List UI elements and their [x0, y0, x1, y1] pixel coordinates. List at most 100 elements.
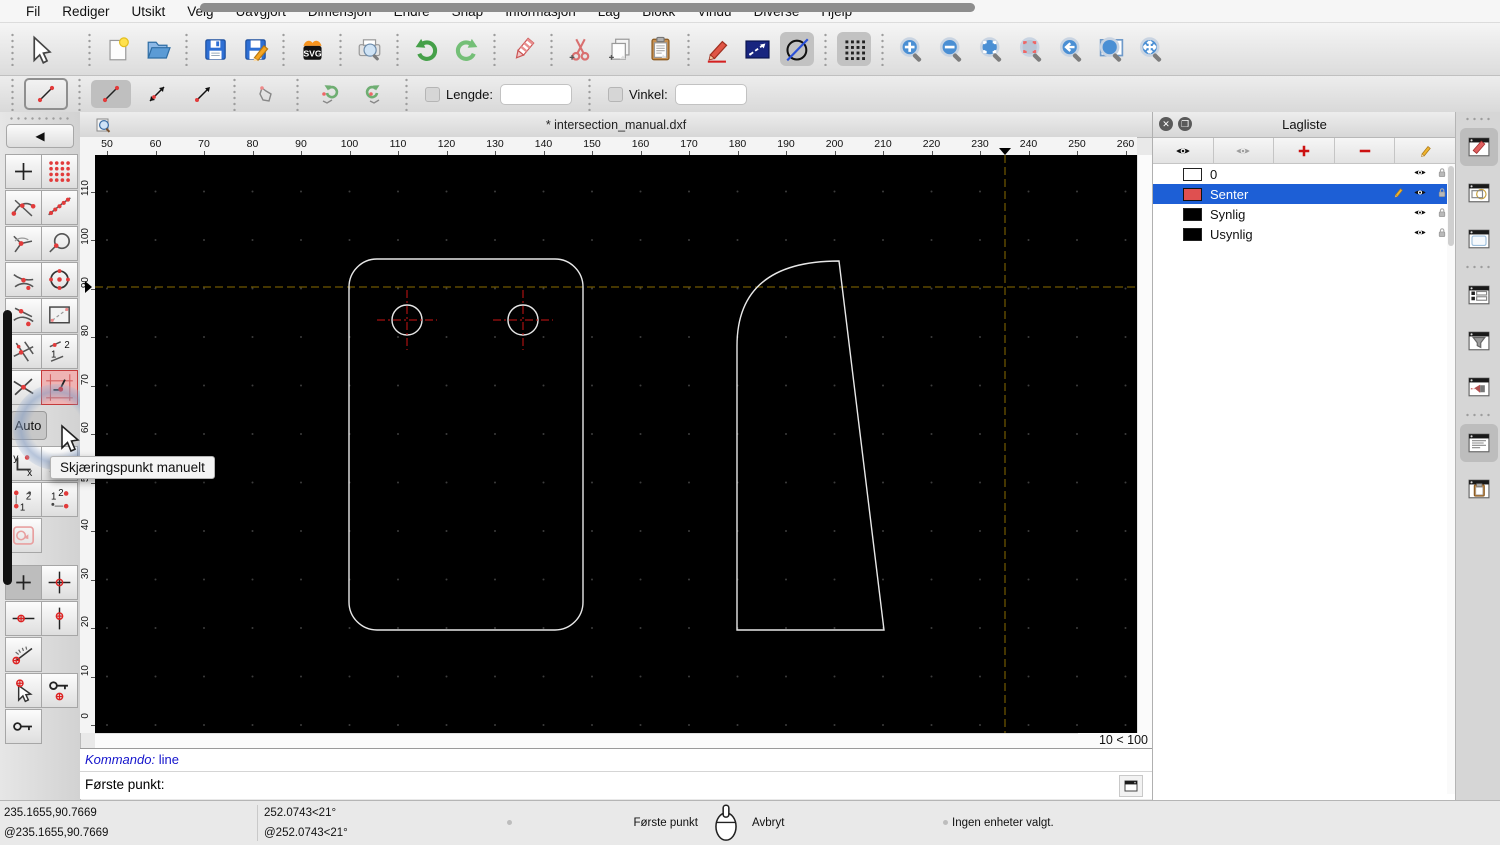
redo-segment-button[interactable]	[355, 80, 395, 108]
angle-checkbox[interactable]	[608, 86, 623, 102]
red-pencil-button[interactable]	[700, 32, 734, 66]
dock-layer-list-button[interactable]	[1460, 276, 1498, 314]
angle-input[interactable]	[674, 83, 747, 105]
snap-intersection-manual-button[interactable]	[40, 370, 78, 405]
polyline-button[interactable]	[246, 80, 286, 108]
restore-icon[interactable]: ❐	[1178, 117, 1192, 131]
snap-distance-12-button[interactable]: 21	[40, 334, 78, 369]
document-title[interactable]: * intersection_manual.dxf	[80, 118, 1152, 132]
eye-button[interactable]	[1153, 138, 1214, 163]
status-bar: 235.1655,90.7669 @235.1655,90.7669 252.0…	[0, 800, 1500, 845]
copy-icon	[608, 38, 630, 60]
cut-button[interactable]	[563, 32, 597, 66]
print-preview-button[interactable]	[352, 32, 386, 66]
new-document-button[interactable]	[101, 32, 135, 66]
layer-row-senter[interactable]: Senter	[1153, 184, 1456, 204]
save-as-button[interactable]	[238, 32, 272, 66]
dock-blocks-button[interactable]	[1460, 174, 1498, 212]
dock-clipboard-button[interactable]	[1460, 470, 1498, 508]
copy-button[interactable]	[603, 32, 637, 66]
snap-circle-button[interactable]	[40, 226, 78, 261]
toolbar-handle[interactable]	[9, 32, 16, 66]
menu-rediger[interactable]: Rediger	[51, 4, 120, 19]
snap-free-button[interactable]	[4, 154, 42, 189]
edit-layer-button[interactable]	[1395, 138, 1456, 163]
length-input[interactable]	[500, 83, 572, 105]
sail-shape-entity[interactable]	[736, 260, 885, 631]
snap-endpoint-button[interactable]	[4, 190, 42, 225]
delete-button[interactable]	[506, 32, 540, 66]
snap-middle-button[interactable]	[4, 262, 42, 297]
toolbar-drag-handle[interactable]	[8, 115, 72, 122]
paste-button[interactable]	[643, 32, 677, 66]
vertical-point-button[interactable]	[40, 601, 78, 636]
length-checkbox[interactable]	[425, 86, 440, 102]
save-button[interactable]	[198, 32, 232, 66]
layer-row-usynlig[interactable]: Usynlig	[1153, 224, 1456, 244]
layer-edit-icon[interactable]	[1390, 185, 1406, 203]
crosshair-point-button[interactable]	[40, 565, 78, 600]
vertical-scrollbar[interactable]	[1137, 155, 1153, 733]
line-tool-selected-button[interactable]	[24, 78, 68, 110]
line-arrow-button[interactable]	[183, 80, 223, 108]
layer-row-icons	[1412, 165, 1450, 183]
layer-row-synlig[interactable]: Synlig	[1153, 204, 1456, 224]
angle-point-button[interactable]	[4, 637, 42, 672]
layer-visibility-icon[interactable]	[1412, 185, 1428, 203]
snap-on-entity-button[interactable]	[40, 190, 78, 225]
horizontal-scrollbar[interactable]	[95, 733, 1137, 749]
cursor-button[interactable]	[24, 32, 58, 66]
undo-button[interactable]	[409, 32, 443, 66]
close-icon[interactable]: ✕	[1159, 117, 1173, 131]
layer-row-0[interactable]: 0	[1153, 164, 1456, 184]
command-input-line[interactable]: Første punkt:	[80, 772, 1152, 798]
rel-points-21-button[interactable]: 12	[40, 482, 78, 517]
redo-button[interactable]	[449, 32, 483, 66]
dock-horn-button[interactable]	[1460, 368, 1498, 406]
rounded-rectangle-entity[interactable]	[348, 258, 584, 631]
dock-pen-button[interactable]	[1459, 128, 1498, 166]
dock-command-button[interactable]	[1459, 424, 1498, 462]
layer-visibility-icon[interactable]	[1412, 205, 1428, 223]
line-both-arrows-button[interactable]	[137, 80, 177, 108]
layer-visibility-icon[interactable]	[1412, 165, 1428, 183]
line-attributes-button[interactable]	[740, 32, 774, 66]
pan-button[interactable]	[1134, 32, 1168, 66]
toolbar-handle[interactable]	[9, 77, 16, 111]
zoom-in-button[interactable]	[894, 32, 928, 66]
circle-slash-button[interactable]	[780, 32, 814, 66]
svg-export-button[interactable]: SVG	[295, 32, 329, 66]
select-point-button[interactable]	[4, 673, 42, 708]
back-button[interactable]: ◀	[6, 124, 74, 148]
line-two-points-button[interactable]	[91, 80, 131, 108]
zoom-auto-button[interactable]	[974, 32, 1008, 66]
command-detach-button[interactable]	[1119, 775, 1143, 797]
snap-center-point-button[interactable]	[40, 262, 78, 297]
snap-grid-button[interactable]	[40, 154, 78, 189]
add-layer-button[interactable]	[1274, 138, 1335, 163]
layer-visibility-icon[interactable]	[1412, 225, 1428, 243]
eye-faded-button[interactable]	[1213, 138, 1275, 163]
remove-layer-button[interactable]	[1334, 138, 1396, 163]
dock-library-button[interactable]	[1460, 220, 1498, 258]
open-folder-button[interactable]	[141, 32, 175, 66]
menu-utsikt[interactable]: Utsikt	[121, 4, 177, 19]
undo-segment-button[interactable]	[309, 80, 349, 108]
grid-button[interactable]	[837, 32, 871, 66]
zoom-selection-button[interactable]	[1014, 32, 1048, 66]
snap-restrict-rect-button[interactable]	[40, 298, 78, 333]
key-point-button[interactable]	[40, 673, 78, 708]
horizontal-scrollbar-thumb[interactable]	[200, 3, 975, 12]
horizontal-point-button[interactable]	[4, 601, 42, 636]
zoom-out-button[interactable]	[934, 32, 968, 66]
vertical-scrollbar-thumb[interactable]	[3, 310, 12, 585]
dock-filter-button[interactable]	[1460, 322, 1498, 360]
layer-panel-scrollbar[interactable]	[1447, 164, 1455, 794]
zoom-previous-button[interactable]	[1054, 32, 1088, 66]
dock-drag-handle[interactable]	[1463, 116, 1494, 122]
key-plain-button[interactable]	[4, 709, 42, 744]
drawing-canvas[interactable]	[95, 155, 1137, 733]
snap-center-button[interactable]	[4, 226, 42, 261]
zoom-window-button[interactable]	[1094, 32, 1128, 66]
menu-fil[interactable]: Fil	[15, 4, 51, 19]
